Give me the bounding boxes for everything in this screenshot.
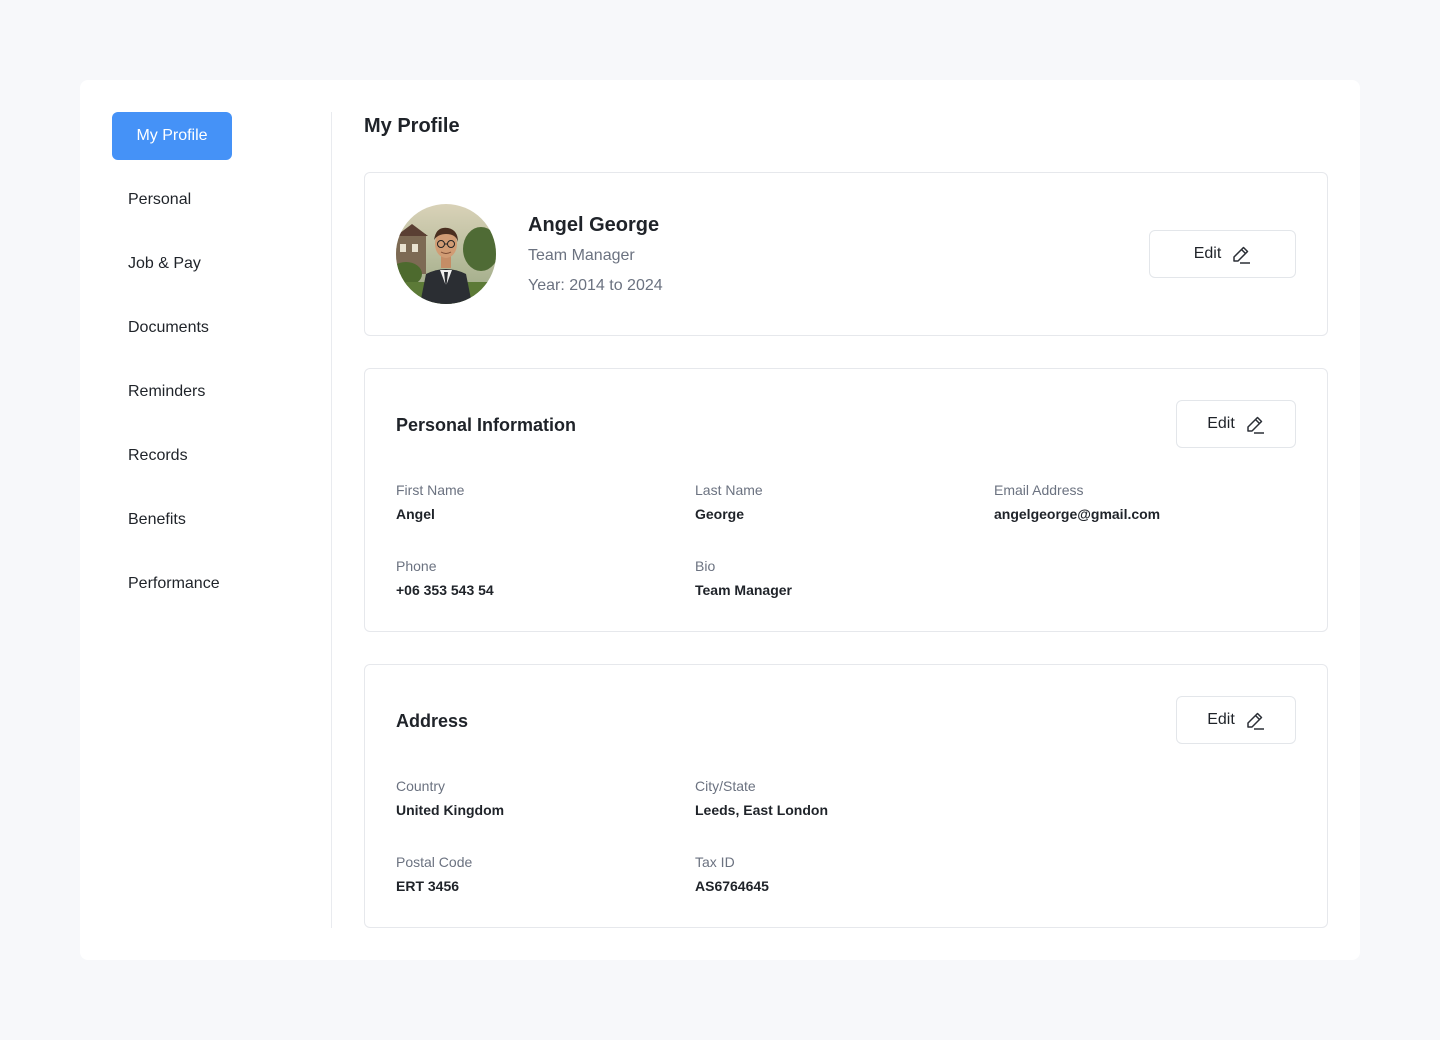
sidebar-item-documents[interactable]: Documents [112, 304, 332, 352]
sidebar-divider [331, 112, 332, 928]
edit-button-label: Edit [1207, 711, 1235, 728]
sidebar-nav: My Profile Personal Job & Pay Documents … [112, 112, 332, 928]
field-postal-code: Postal Code ERT 3456 [396, 853, 472, 895]
edit-button-label: Edit [1193, 245, 1222, 262]
field-label: Country [396, 778, 446, 794]
edit-address-button[interactable]: Edit [1176, 696, 1296, 744]
edit-personal-button[interactable]: Edit [1176, 400, 1296, 448]
sidebar-item-benefits[interactable]: Benefits [112, 496, 332, 544]
field-value: Angel [396, 506, 435, 522]
pencil-icon [1233, 246, 1251, 264]
field-label: Email Address [994, 482, 1084, 498]
profile-years: Year: 2014 to 2024 [528, 277, 663, 294]
profile-info: Angel George Team Manager Year: 2014 to … [528, 212, 663, 296]
field-email: Email Address angelgeorge@gmail.com [994, 481, 1160, 523]
sidebar-item-my-profile[interactable]: My Profile [112, 112, 232, 160]
section-title: Address [396, 711, 469, 731]
field-value: +06 353 543 54 [396, 582, 494, 598]
field-value: angelgeorge@gmail.com [994, 506, 1161, 522]
personal-information-card: Personal Information Edit First Name Ang… [364, 368, 1328, 632]
sidebar-item-performance[interactable]: Performance [112, 560, 332, 608]
pencil-icon [1247, 416, 1264, 434]
field-value: Leeds, East London [695, 802, 829, 818]
sidebar-item-job-pay[interactable]: Job & Pay [112, 240, 332, 288]
field-tax-id: Tax ID AS6764645 [695, 853, 769, 895]
sidebar-item-personal[interactable]: Personal [112, 176, 332, 224]
field-value: AS6764645 [695, 878, 769, 894]
field-value: George [695, 506, 745, 522]
section-title: Personal Information [396, 415, 577, 435]
field-label: Tax ID [695, 854, 735, 870]
field-value: United Kingdom [396, 802, 505, 818]
edit-profile-button[interactable]: Edit [1149, 230, 1296, 278]
field-label: Bio [695, 558, 716, 574]
field-bio: Bio Team Manager [695, 557, 792, 599]
field-value: ERT 3456 [396, 878, 460, 894]
field-label: Phone [396, 558, 437, 574]
field-label: Postal Code [396, 854, 473, 870]
sidebar-item-records[interactable]: Records [112, 432, 332, 480]
field-last-name: Last Name George [695, 481, 763, 523]
avatar [396, 204, 496, 304]
field-first-name: First Name Angel [396, 481, 464, 523]
main-content: My Profile Angel George Team Manager Yea… [364, 112, 1328, 928]
address-card: Address Edit Country United Kingdom City… [364, 664, 1328, 928]
field-label: First Name [396, 482, 465, 498]
field-country: Country United Kingdom [396, 777, 504, 819]
profile-name: Angel George [528, 214, 660, 236]
sidebar-item-reminders[interactable]: Reminders [112, 368, 332, 416]
pencil-icon [1247, 712, 1264, 730]
profile-summary-card: Angel George Team Manager Year: 2014 to … [364, 172, 1328, 336]
page-title: My Profile [364, 115, 460, 137]
field-phone: Phone +06 353 543 54 [396, 557, 494, 599]
edit-button-label: Edit [1207, 415, 1235, 432]
field-value: Team Manager [695, 582, 792, 598]
field-label: Last Name [695, 482, 763, 498]
user-photo-icon [396, 204, 496, 304]
field-label: City/State [695, 778, 756, 794]
field-city-state: City/State Leeds, East London [695, 777, 828, 819]
profile-role: Team Manager [528, 247, 635, 264]
profile-panel: My Profile Personal Job & Pay Documents … [80, 80, 1360, 960]
